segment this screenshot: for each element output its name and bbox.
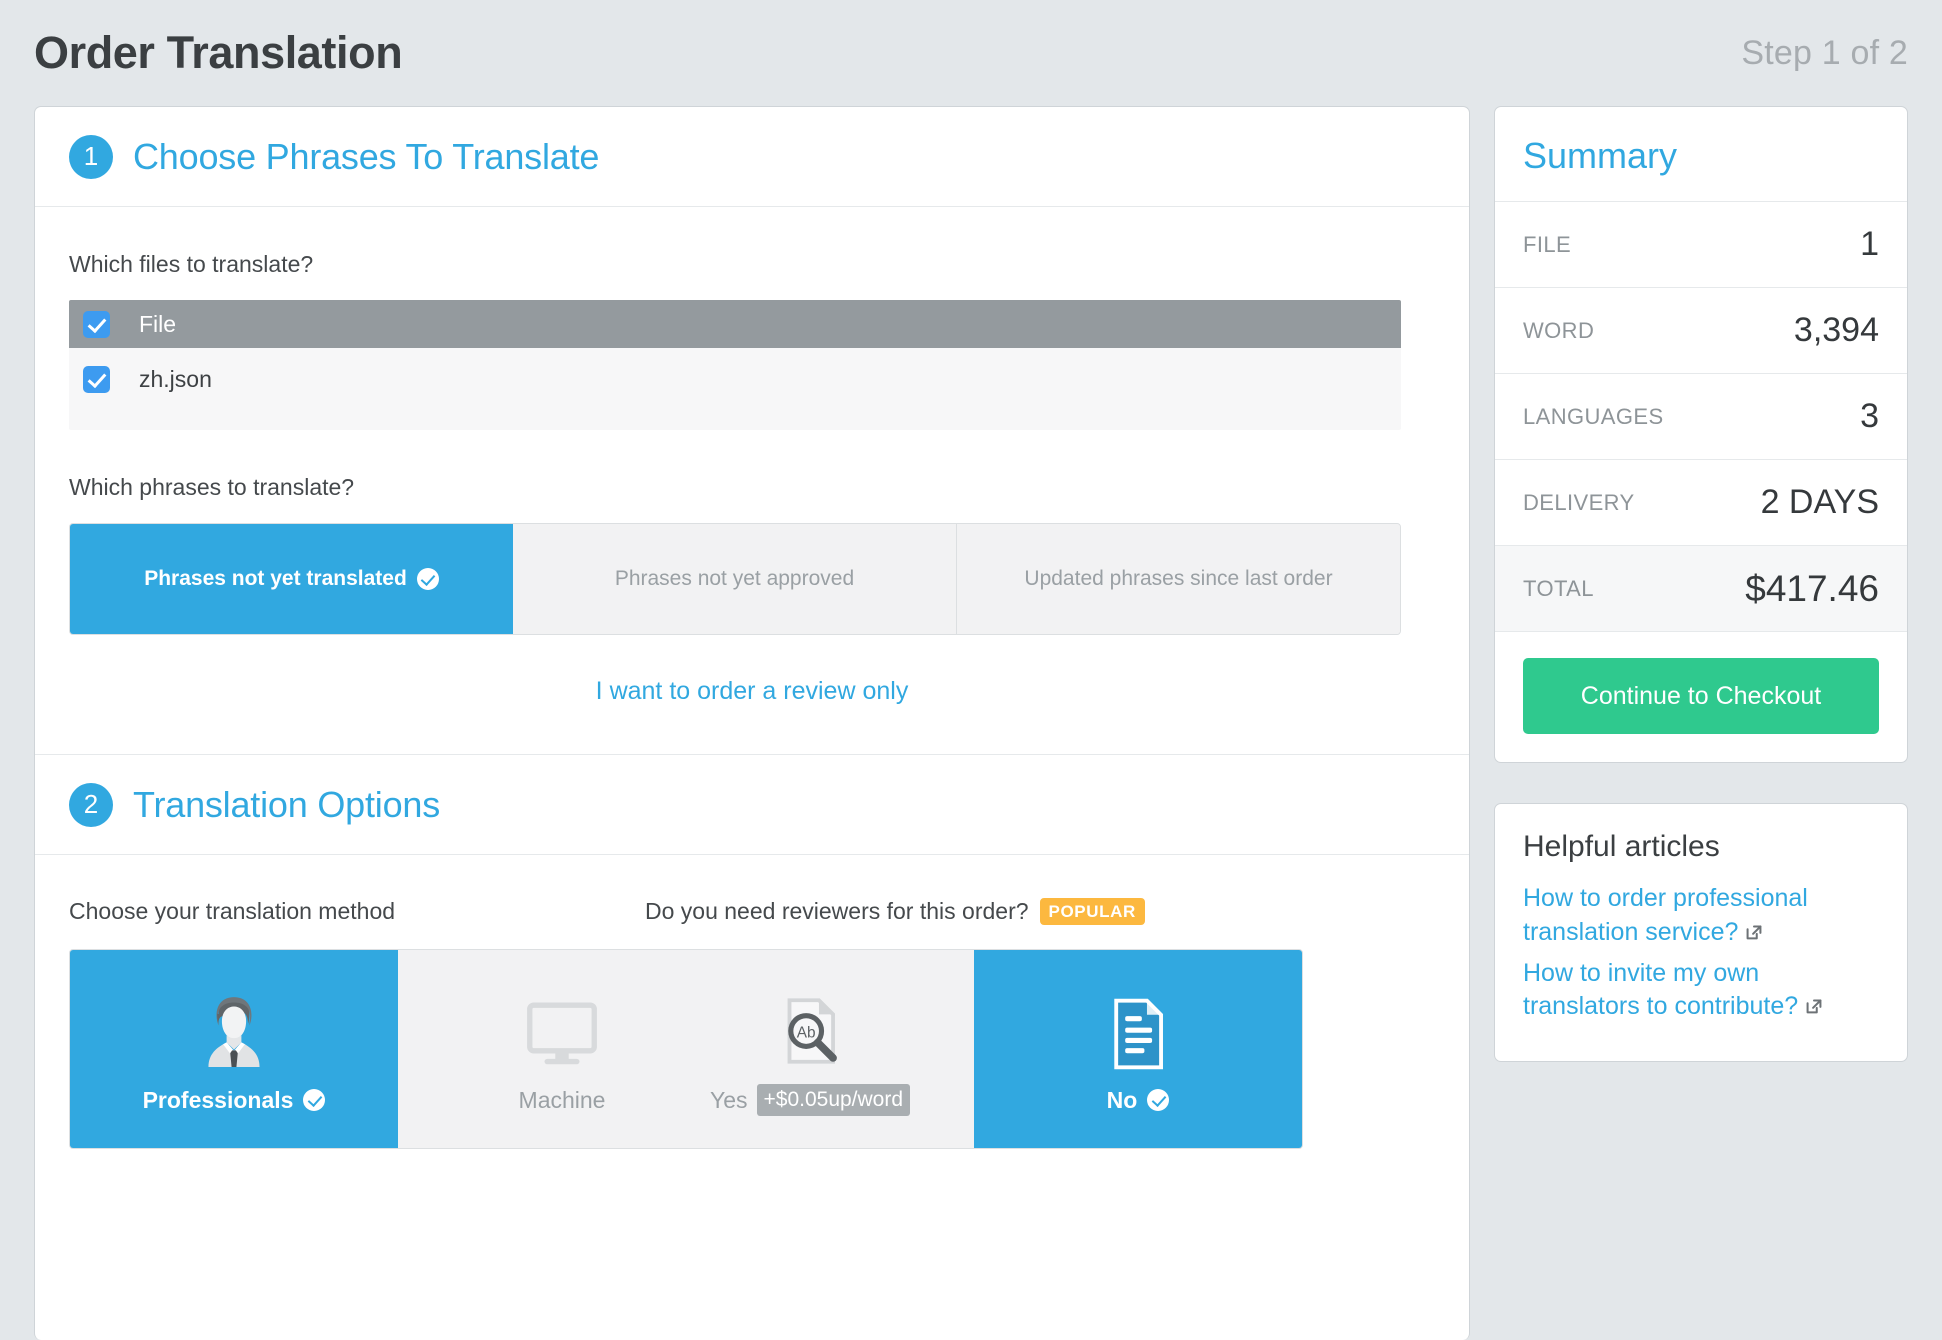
step-badge-2: 2 [69, 782, 113, 827]
article-link-invite-translators[interactable]: How to invite my own translators to cont… [1523, 957, 1879, 1028]
review-only-link-wrap: I want to order a review only [69, 677, 1435, 706]
summary-value-delivery: 2 DAYS [1760, 483, 1879, 521]
section-body-translation-options: Choose your translation method Professio… [35, 895, 1469, 1149]
file-item-label: zh.json [139, 365, 212, 392]
step-badge-1: 1 [69, 134, 113, 179]
tile-professionals-label-wrap: Professionals [143, 1087, 326, 1114]
summary-row-word: WORD 3,394 [1495, 288, 1907, 374]
reviewers-tiles: Ab Yes +$0.05up/word No [645, 949, 1303, 1149]
summary-key-delivery: DELIVERY [1523, 489, 1635, 515]
file-list-header-label: File [139, 310, 177, 337]
tab-updated-phrases-label: Updated phrases since last order [1024, 567, 1333, 590]
tile-reviewers-no-label-wrap: No [1107, 1087, 1170, 1114]
reviewers-price-tag: +$0.05up/word [756, 1083, 911, 1117]
section-header-translation-options: 2 Translation Options [35, 755, 1469, 855]
checkbox-file-zh-json[interactable] [83, 365, 110, 393]
summary-row-total: TOTAL $417.46 [1495, 546, 1907, 632]
summary-title: Summary [1495, 107, 1907, 202]
file-list-spacer [69, 410, 1401, 430]
monitor-icon [519, 985, 605, 1075]
summary-value-languages: 3 [1860, 397, 1879, 435]
document-search-icon: Ab [769, 982, 851, 1072]
tile-reviewers-no[interactable]: No [974, 950, 1302, 1148]
tab-phrases-not-yet-approved-label: Phrases not yet approved [614, 567, 855, 590]
section-header-choose-phrases: 1 Choose Phrases To Translate [35, 107, 1469, 207]
main-card: 1 Choose Phrases To Translate Which file… [34, 106, 1470, 1340]
tab-phrases-not-yet-approved[interactable]: Phrases not yet approved [513, 524, 957, 634]
tile-machine-label-wrap: Machine [519, 1087, 606, 1114]
file-list: File zh.json [69, 300, 1401, 430]
document-lines-icon [1097, 985, 1179, 1075]
translation-method-tiles: Professionals Machine [69, 949, 727, 1149]
file-list-item-row[interactable]: zh.json [69, 348, 1401, 410]
businessperson-icon [191, 985, 277, 1075]
summary-value-file: 1 [1860, 225, 1879, 263]
check-circle-icon [416, 568, 439, 590]
svg-text:Ab: Ab [797, 1024, 816, 1041]
section-title-translation-options: Translation Options [133, 783, 441, 825]
continue-to-checkout-button[interactable]: Continue to Checkout [1523, 658, 1879, 734]
external-link-icon [1743, 919, 1765, 953]
article-link-2-label: How to invite my own translators to cont… [1523, 958, 1799, 1021]
reviewers-question-wrap: Do you need reviewers for this order? PO… [645, 895, 1201, 927]
options-row: Choose your translation method Professio… [69, 895, 1435, 1149]
summary-value-total: $417.46 [1745, 567, 1879, 609]
checkout-button-wrap: Continue to Checkout [1495, 632, 1907, 762]
tab-phrases-not-yet-translated[interactable]: Phrases not yet translated [70, 524, 513, 634]
step-indicator: Step 1 of 2 [1741, 33, 1908, 72]
tile-professionals-label: Professionals [142, 1086, 294, 1113]
section-body-choose-phrases: Which files to translate? File zh.json W… [35, 251, 1469, 706]
summary-value-word: 3,394 [1793, 311, 1879, 349]
helpful-articles-title: Helpful articles [1523, 830, 1720, 863]
summary-key-word: WORD [1523, 317, 1595, 343]
summary-key-languages: LANGUAGES [1523, 403, 1664, 429]
summary-row-languages: LANGUAGES 3 [1495, 374, 1907, 460]
file-list-header-row[interactable]: File [69, 300, 1401, 348]
popular-badge: POPULAR [1039, 897, 1145, 925]
files-question-label: Which files to translate? [69, 251, 314, 277]
tile-reviewers-no-label: No [1106, 1086, 1138, 1113]
tab-phrases-not-yet-translated-label: Phrases not yet translated [144, 567, 407, 590]
summary-row-delivery: DELIVERY 2 DAYS [1495, 460, 1907, 546]
summary-key-file: FILE [1523, 231, 1572, 257]
tile-reviewers-yes-label: Yes [709, 1086, 748, 1113]
page-title: Order Translation [34, 27, 403, 78]
translation-method-question: Choose your translation method [69, 897, 396, 924]
check-circle-icon [303, 1089, 326, 1111]
helpful-articles-card: Helpful articles How to order profession… [1494, 803, 1908, 1062]
translation-method-group: Choose your translation method Professio… [69, 895, 727, 1149]
section-title-choose-phrases: Choose Phrases To Translate [133, 135, 600, 177]
tile-reviewers-yes[interactable]: Ab Yes +$0.05up/word [646, 950, 974, 1148]
check-circle-icon [1147, 1089, 1170, 1111]
reviewers-question: Do you need reviewers for this order? [645, 897, 1029, 924]
tile-reviewers-yes-label-wrap: Yes +$0.05up/word [709, 1083, 911, 1117]
external-link-icon [1803, 993, 1825, 1027]
summary-row-file: FILE 1 [1495, 202, 1907, 288]
reviewers-group: Do you need reviewers for this order? PO… [645, 895, 1303, 1149]
phrases-question-label: Which phrases to translate? [69, 474, 355, 500]
tile-machine-label: Machine [518, 1086, 606, 1113]
page-header: Order Translation Step 1 of 2 [0, 0, 1942, 106]
side-column: Summary FILE 1 WORD 3,394 LANGUAGES 3 DE… [1494, 106, 1908, 1062]
phrase-filter-tabs: Phrases not yet translated Phrases not y… [69, 523, 1401, 635]
order-review-only-link[interactable]: I want to order a review only [596, 677, 909, 706]
tab-updated-phrases-since-last-order[interactable]: Updated phrases since last order [957, 524, 1400, 634]
summary-key-total: TOTAL [1523, 575, 1594, 601]
article-link-order-professional-translation[interactable]: How to order professional translation se… [1523, 882, 1879, 953]
tile-professionals[interactable]: Professionals [70, 950, 398, 1148]
order-translation-page: Order Translation Step 1 of 2 1 Choose P… [0, 0, 1942, 1340]
summary-card: Summary FILE 1 WORD 3,394 LANGUAGES 3 DE… [1494, 106, 1908, 763]
checkbox-select-all[interactable] [83, 310, 110, 338]
